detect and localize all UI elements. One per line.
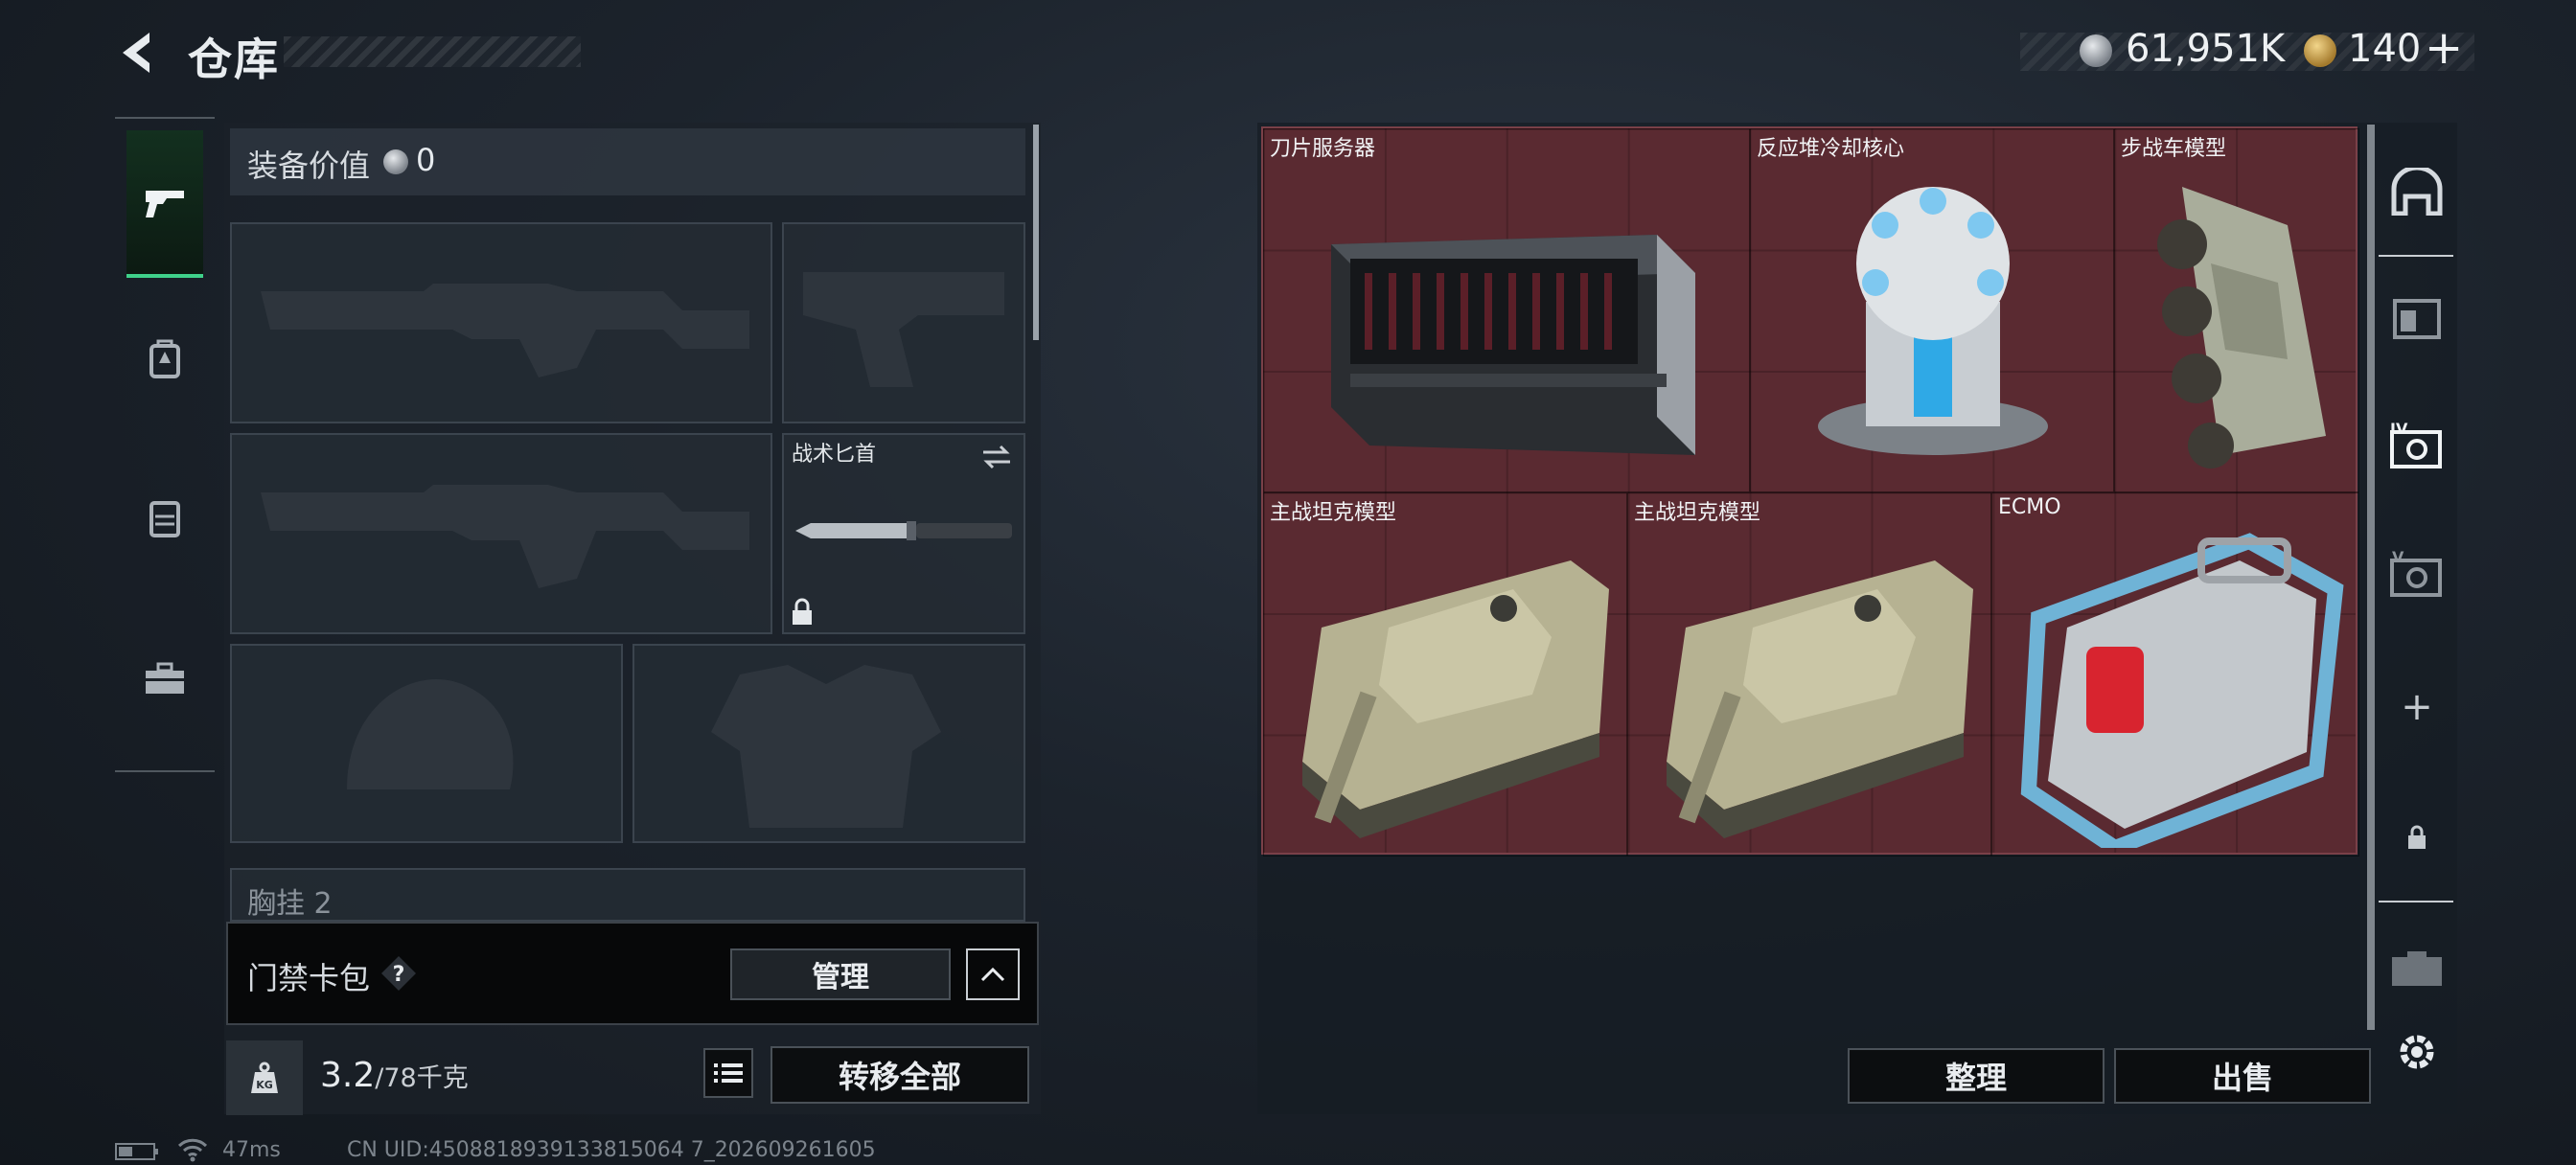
wifi-icon <box>177 1138 208 1162</box>
settings-button[interactable] <box>2382 1017 2451 1086</box>
title-stripe-decoration <box>284 36 581 67</box>
category-tab-backpack[interactable] <box>126 287 203 431</box>
silver-coin-icon <box>2080 34 2112 67</box>
storage-item-ifv-model[interactable]: 步战车模型 <box>2114 128 2359 492</box>
rifle-silhouette-icon <box>261 284 749 377</box>
blade-server-icon <box>1331 235 1695 455</box>
storage-scrollbar[interactable] <box>2367 125 2375 1030</box>
gold-coin-icon <box>2304 34 2336 67</box>
carry-weight: 3.2/78千克 <box>320 1056 469 1095</box>
storage-item-mbt-model-2[interactable]: 主战坦克模型 <box>1627 492 1991 857</box>
item-name: 步战车模型 <box>2121 137 2227 161</box>
chest-rig-label: 胸挂 2 <box>247 887 333 921</box>
storage-tab-extra[interactable] <box>2382 935 2451 1004</box>
weight-indicator: KG <box>226 1040 303 1115</box>
manage-button[interactable]: 管理 <box>730 948 951 1000</box>
silver-amount: 61,951K <box>2126 27 2286 71</box>
lock-icon <box>793 598 812 625</box>
storage-tab-v[interactable]: V <box>2382 540 2451 609</box>
safe-box-iv-icon: IV <box>2390 421 2442 468</box>
cabinet-icon <box>2393 299 2441 339</box>
storage-grid: 刀片服务器 反应堆冷却核心 步战车模型 主战坦克模型 主战坦克模型 ECMO <box>1261 126 2359 857</box>
rifle-silhouette-icon <box>261 485 749 588</box>
toolbox-icon <box>146 662 184 694</box>
add-storage-tab-button[interactable]: + <box>2382 673 2451 742</box>
chest-rig-slot[interactable] <box>230 868 1025 922</box>
vest-icon <box>150 501 180 537</box>
pistol-icon <box>146 191 184 217</box>
equipment-scrollbar[interactable] <box>1033 125 1039 340</box>
ifv-model-icon <box>2157 187 2326 468</box>
collapse-button[interactable] <box>966 948 1020 1000</box>
back-arrow-icon[interactable] <box>113 29 161 77</box>
svg-text:KG: KG <box>256 1079 273 1091</box>
safe-box-v-icon: V <box>2390 549 2442 597</box>
item-name: 刀片服务器 <box>1270 137 1376 161</box>
primary-weapon-slot-2[interactable] <box>230 433 772 634</box>
case-icon <box>2392 951 2442 986</box>
armor-slot[interactable] <box>632 644 1025 843</box>
gear-icon <box>2400 1035 2434 1069</box>
sort-button[interactable]: 整理 <box>1848 1048 2104 1104</box>
storage-tab-2[interactable] <box>2382 284 2451 353</box>
lock-icon <box>2408 825 2426 849</box>
weight-icon: KG <box>251 1062 278 1093</box>
storage-tab-iv[interactable]: IV <box>2382 412 2451 481</box>
item-name: ECMO <box>1998 495 2061 519</box>
category-tab-vest[interactable] <box>126 446 203 590</box>
ecmo-machine-icon <box>2020 533 2344 848</box>
keycard-case-label: 门禁卡包 <box>247 960 371 996</box>
tactical-knife-icon <box>795 521 1012 540</box>
page-title: 仓库 <box>188 34 280 85</box>
svg-text:?: ? <box>393 963 405 987</box>
value-coin-icon <box>383 149 408 174</box>
add-currency-button[interactable]: + <box>2425 21 2463 75</box>
pistol-silhouette-icon <box>803 272 1004 387</box>
storage-item-reactor-cooling-core[interactable]: 反应堆冷却核心 <box>1750 128 2114 492</box>
storage-item-blade-server[interactable]: 刀片服务器 <box>1263 128 1750 492</box>
uid-text: CN UID:4508818939133815064 7_20260926160… <box>347 1138 876 1162</box>
equipment-value: 0 <box>416 142 436 178</box>
list-view-button[interactable] <box>703 1048 753 1098</box>
tank-model-icon <box>1667 560 1973 838</box>
svg-text:IV: IV <box>2390 421 2408 438</box>
backpack-icon <box>150 339 180 378</box>
tank-model-icon <box>1302 560 1609 838</box>
bunker-icon <box>2391 168 2443 216</box>
helmet-silhouette-icon <box>347 678 514 789</box>
locked-storage-tab[interactable] <box>2382 803 2451 872</box>
category-tab-weapons[interactable] <box>126 130 203 278</box>
swap-icon[interactable] <box>979 443 1014 471</box>
chevron-up-icon <box>980 967 1005 982</box>
armor-silhouette-icon <box>711 665 941 828</box>
gold-amount: 140 <box>2348 27 2422 71</box>
reactor-core-icon <box>1818 187 2048 455</box>
svg-text:V: V <box>2392 549 2404 566</box>
list-icon <box>714 1063 743 1083</box>
ping-text: 47ms <box>222 1138 281 1162</box>
equipment-value-label: 装备价值 <box>247 148 371 184</box>
transfer-all-button[interactable]: 转移全部 <box>770 1046 1029 1104</box>
knife-slot-label: 战术匕首 <box>792 443 877 467</box>
sell-button[interactable]: 出售 <box>2114 1048 2371 1104</box>
help-icon[interactable]: ? <box>380 954 418 993</box>
battery-icon <box>115 1143 158 1160</box>
primary-weapon-slot-1[interactable] <box>230 222 772 423</box>
pistol-slot[interactable] <box>782 222 1025 423</box>
helmet-slot[interactable] <box>230 644 623 843</box>
storage-tab-main[interactable] <box>2382 157 2451 226</box>
storage-item-ecmo[interactable]: ECMO <box>1991 492 2359 857</box>
storage-item-mbt-model-1[interactable]: 主战坦克模型 <box>1263 492 1627 857</box>
plus-icon: + <box>2401 685 2433 729</box>
knife-slot[interactable]: 战术匕首 <box>782 433 1025 634</box>
category-tab-toolbox[interactable] <box>126 607 203 751</box>
